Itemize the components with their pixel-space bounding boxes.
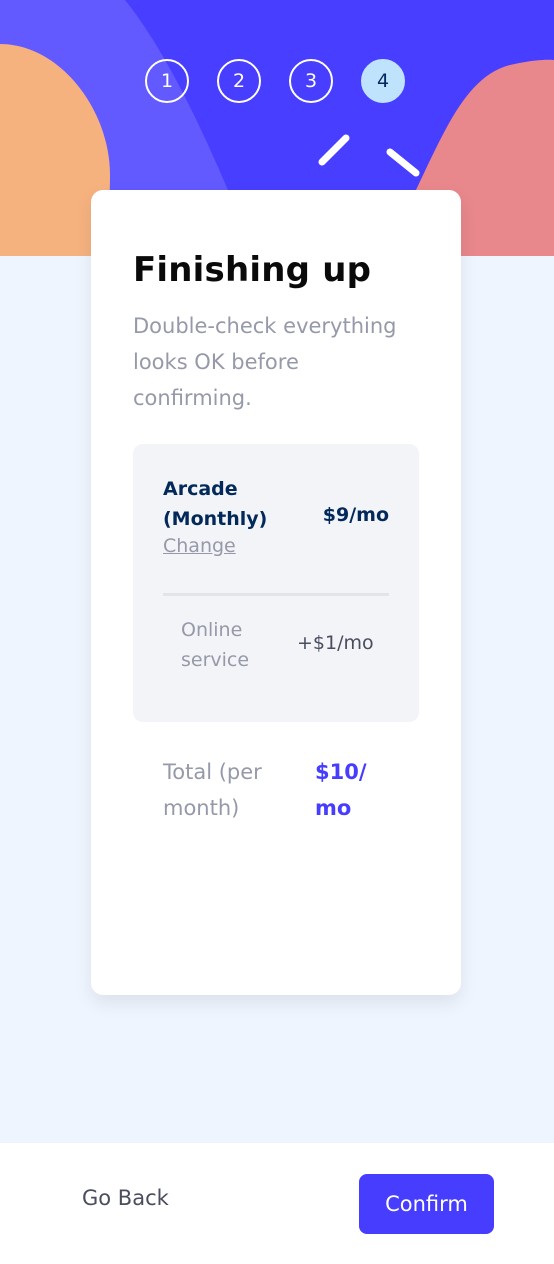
plan-price: $9/mo (322, 504, 389, 526)
addon-price: +$1/mo (297, 632, 374, 654)
footer-bar: Go Back Confirm (0, 1143, 554, 1264)
step-4-active[interactable]: 4 (361, 59, 405, 103)
go-back-button[interactable]: Go Back (82, 1186, 169, 1210)
order-summary: Arcade (Monthly) Change $9/mo Online ser… (133, 444, 419, 722)
page-title: Finishing up (133, 250, 372, 290)
step-indicator: 1 2 3 4 (0, 59, 554, 107)
confirm-button[interactable]: Confirm (359, 1174, 494, 1234)
addon-name: Online service (181, 619, 250, 671)
step-2[interactable]: 2 (217, 59, 261, 103)
step-1[interactable]: 1 (145, 59, 189, 103)
total-value: $10/ mo (315, 760, 367, 820)
step-3[interactable]: 3 (289, 59, 333, 103)
change-plan-link[interactable]: Change (163, 535, 236, 557)
plan-name: Arcade (Monthly) (163, 478, 268, 530)
summary-card: Finishing up Double-check everything loo… (91, 190, 461, 995)
summary-divider (163, 593, 389, 596)
page-subtitle: Double-check everything looks OK before … (133, 314, 397, 410)
total-label: Total (per month) (163, 760, 262, 820)
